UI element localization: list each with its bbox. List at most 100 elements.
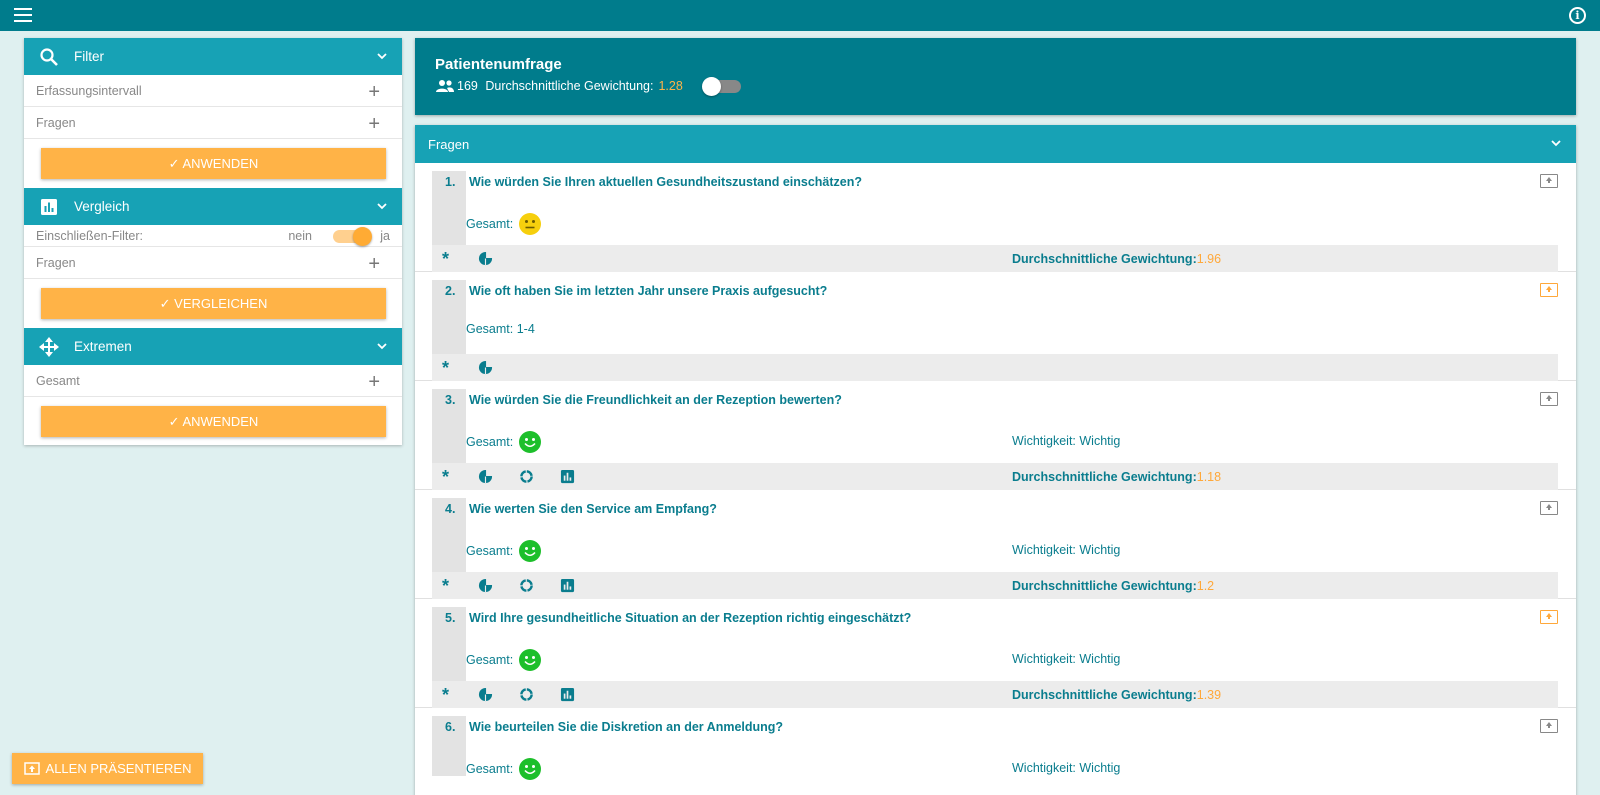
asterisk-icon[interactable]: *: [442, 358, 449, 379]
questions-panel: Fragen 1. Wie würden Sie Ihren aktuellen …: [415, 125, 1576, 795]
survey-header: Patientenumfrage 169 Durchschnittliche G…: [415, 38, 1576, 115]
respondent-count: 169: [457, 79, 478, 93]
chevron-down-icon[interactable]: [1550, 137, 1562, 149]
question-text[interactable]: Wie würden Sie die Freundlichkeit an der…: [469, 393, 842, 407]
present-icon[interactable]: [1540, 610, 1558, 624]
info-icon[interactable]: i: [1569, 7, 1586, 24]
gesamt-label: Gesamt:: [466, 544, 514, 558]
question-text[interactable]: Wie beurteilen Sie die Diskretion an der…: [469, 720, 783, 734]
people-icon: [436, 80, 454, 92]
pie-chart-icon[interactable]: [478, 251, 493, 266]
avg-value: 1.28: [658, 79, 683, 93]
present-icon[interactable]: [1540, 283, 1558, 297]
question-text[interactable]: Wird Ihre gesundheitliche Situation an d…: [469, 611, 911, 625]
chart-type-icons: [478, 469, 575, 484]
top-bar: i: [0, 0, 1600, 31]
pie-chart-icon[interactable]: [478, 469, 493, 484]
asterisk-icon[interactable]: *: [442, 249, 449, 270]
donut-chart-icon[interactable]: [519, 578, 534, 593]
plus-icon[interactable]: +: [368, 371, 380, 394]
present-icon[interactable]: [1540, 501, 1558, 515]
row-label: Fragen: [36, 255, 76, 270]
asterisk-icon[interactable]: *: [442, 576, 449, 597]
chevron-down-icon[interactable]: [376, 200, 388, 212]
question-toolbar: * Durchschnittliche Gewichtung:1.96: [432, 245, 1558, 272]
row-label: Erfassungsintervall: [36, 83, 142, 98]
present-all-button[interactable]: ALLEN PRÄSENTIEREN: [12, 753, 203, 784]
asterisk-icon[interactable]: *: [442, 685, 449, 706]
search-icon: [40, 48, 58, 66]
plus-icon[interactable]: +: [368, 81, 380, 104]
toggle-off-label: nein: [288, 228, 312, 243]
gesamt-label: Gesamt:: [466, 435, 514, 449]
filter-row-fragen[interactable]: Fragen +: [24, 107, 402, 139]
question-number: 2.: [445, 284, 456, 298]
avg-weight-value: 1.18: [1196, 470, 1222, 484]
question-toolbar: * Durchschnittliche Gewichtung:1.2: [432, 572, 1558, 599]
chart-type-icons: [478, 360, 493, 375]
avg-weight: Durchschnittliche Gewichtung:1.2: [1012, 579, 1214, 593]
questions-header[interactable]: Fragen: [415, 125, 1576, 163]
present-icon: [23, 762, 40, 775]
happy-smiley-icon: [519, 649, 542, 671]
question-number: 1.: [445, 175, 456, 189]
button-label: VERGLEICHEN: [174, 295, 268, 311]
gesamt-label: Gesamt:: [466, 217, 514, 231]
menu-icon[interactable]: [14, 8, 32, 23]
include-filter-label: Einschließen-Filter:: [36, 228, 143, 243]
extremen-title: Extremen: [74, 339, 132, 354]
question-item: 2. Wie oft haben Sie im letzten Jahr unse…: [415, 272, 1576, 381]
question-text[interactable]: Wie werten Sie den Service am Empfang?: [469, 502, 717, 516]
bar-chart-icon[interactable]: [560, 578, 575, 593]
gesamt-result: Gesamt:: [466, 649, 542, 671]
button-label: ANWENDEN: [182, 413, 259, 429]
bar-chart-icon[interactable]: [560, 469, 575, 484]
extremen-row-gesamt[interactable]: Gesamt +: [24, 365, 402, 397]
plus-icon[interactable]: +: [368, 253, 380, 276]
importance-label: Wichtigkeit: Wichtig: [1012, 761, 1121, 775]
filter-section-header[interactable]: Filter: [24, 38, 402, 75]
apply-filter-button[interactable]: ✓ ANWENDEN: [41, 148, 386, 179]
survey-title: Patientenumfrage: [435, 56, 562, 73]
present-all-label: ALLEN PRÄSENTIEREN: [45, 761, 192, 776]
question-toolbar: * Durchschnittliche Gewichtung:1.18: [432, 463, 1558, 490]
bar-chart-icon[interactable]: [560, 687, 575, 702]
gesamt-result: Gesamt:: [466, 431, 542, 453]
donut-chart-icon[interactable]: [519, 687, 534, 702]
question-number: 3.: [445, 393, 456, 407]
header-toggle[interactable]: [701, 76, 741, 96]
importance-label: Wichtigkeit: Wichtig: [1012, 543, 1121, 557]
gesamt-result: Gesamt: 1-4: [466, 322, 535, 336]
present-icon[interactable]: [1540, 719, 1558, 733]
avg-weight-label: Durchschnittliche Gewichtung:: [1012, 688, 1197, 702]
filter-row-erfassungsintervall[interactable]: Erfassungsintervall +: [24, 75, 402, 107]
neutral-smiley-icon: [519, 213, 542, 235]
importance-label: Wichtigkeit: Wichtig: [1012, 652, 1121, 666]
happy-smiley-icon: [519, 758, 542, 780]
donut-chart-icon[interactable]: [519, 469, 534, 484]
vergleich-row-fragen[interactable]: Fragen +: [24, 247, 402, 279]
apply-extremen-button[interactable]: ✓ ANWENDEN: [41, 406, 386, 437]
present-icon[interactable]: [1540, 392, 1558, 406]
question-item: 3. Wie würden Sie die Freundlichkeit an d…: [415, 381, 1576, 490]
pie-chart-icon[interactable]: [478, 687, 493, 702]
question-item: 1. Wie würden Sie Ihren aktuellen Gesundh…: [415, 163, 1576, 272]
include-filter-toggle[interactable]: [333, 227, 372, 246]
plus-icon[interactable]: +: [368, 113, 380, 136]
extremen-section-header[interactable]: Extremen: [24, 328, 402, 365]
gesamt-text: Gesamt: 1-4: [466, 322, 535, 336]
compare-button[interactable]: ✓ VERGLEICHEN: [41, 288, 386, 319]
question-text[interactable]: Wie würden Sie Ihren aktuellen Gesundhei…: [469, 175, 862, 189]
question-number: 6.: [445, 720, 456, 734]
question-text[interactable]: Wie oft haben Sie im letzten Jahr unsere…: [469, 284, 827, 298]
present-icon[interactable]: [1540, 174, 1558, 188]
chevron-down-icon[interactable]: [376, 50, 388, 62]
question-toolbar: * Durchschnittliche Gewichtung:1.39: [432, 681, 1558, 708]
vergleich-section-header[interactable]: Vergleich: [24, 188, 402, 225]
row-label: Fragen: [36, 115, 76, 130]
gesamt-result: Gesamt:: [466, 540, 542, 562]
chevron-down-icon[interactable]: [376, 340, 388, 352]
pie-chart-icon[interactable]: [478, 360, 493, 375]
asterisk-icon[interactable]: *: [442, 467, 449, 488]
pie-chart-icon[interactable]: [478, 578, 493, 593]
